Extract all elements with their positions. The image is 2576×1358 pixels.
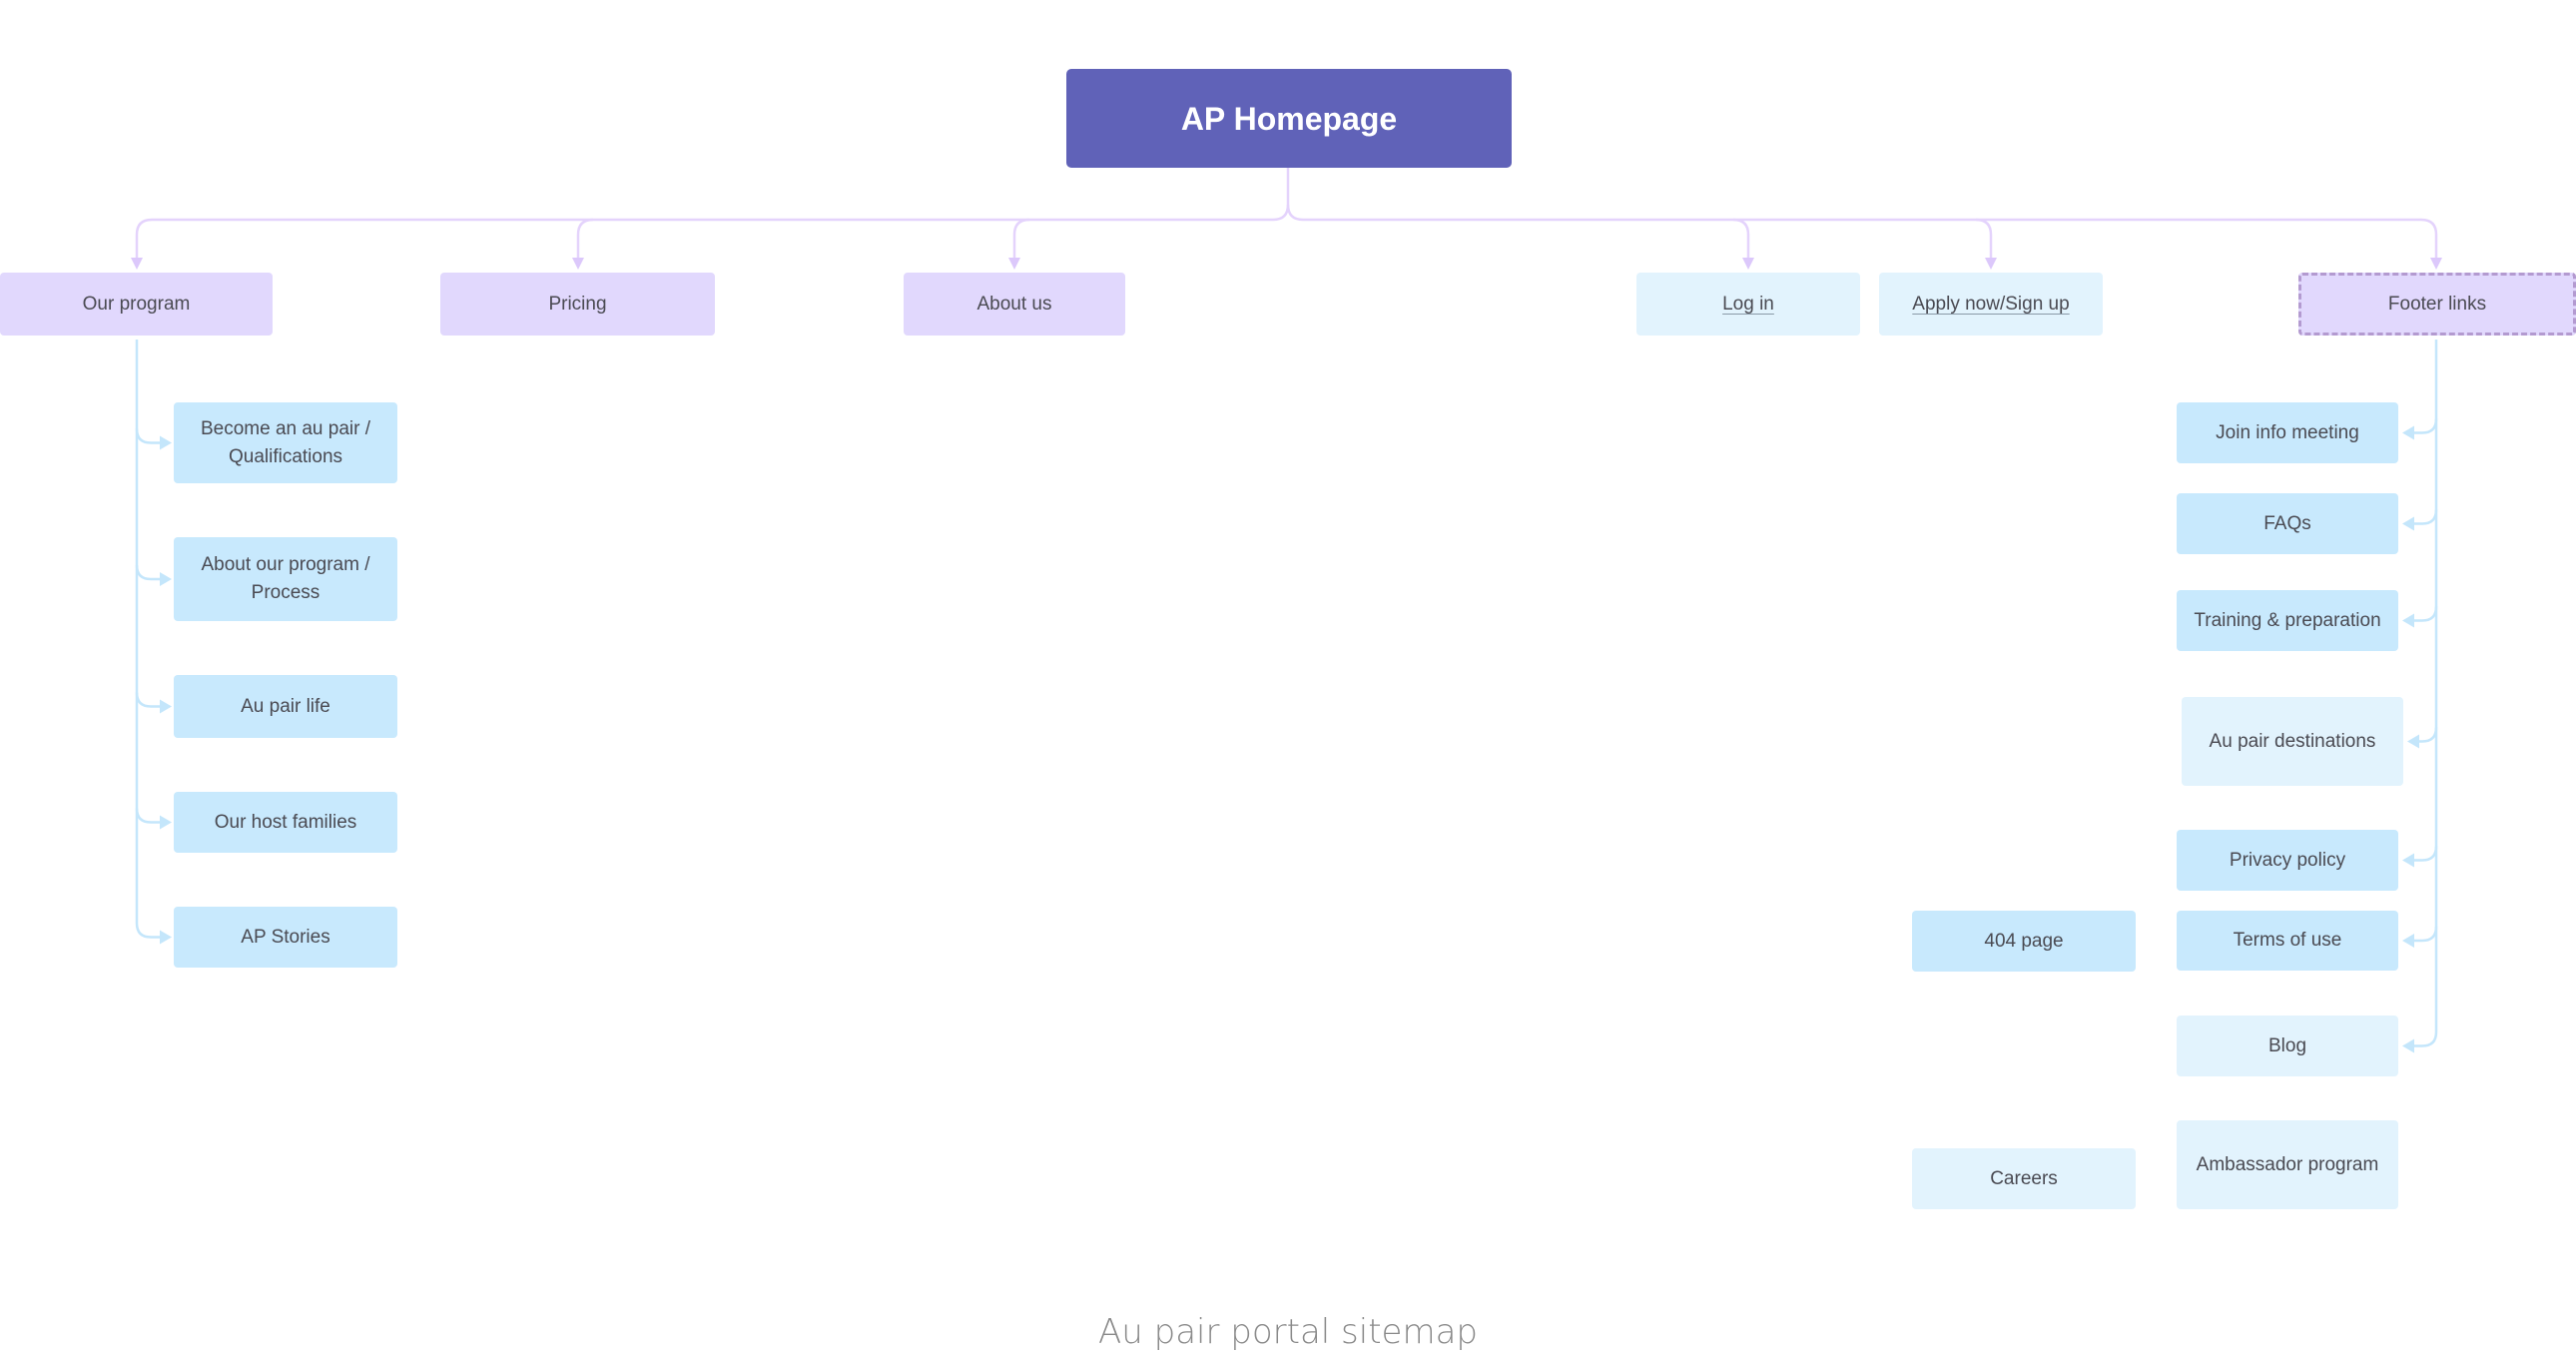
- node-label: 404 page: [1984, 930, 2064, 952]
- arrow-node-privacy-policy: [2402, 853, 2414, 868]
- node-label: Careers: [1990, 1167, 2058, 1189]
- node-ap-stories[interactable]: AP Stories: [174, 907, 397, 968]
- node-label: FAQs: [2263, 512, 2311, 534]
- arrow-our-program: [131, 258, 143, 270]
- node-blog[interactable]: Blog: [2177, 1016, 2398, 1076]
- node-apply-sign-up[interactable]: Apply now/Sign up: [1879, 273, 2103, 336]
- connector-node-terms-of-use: [2414, 926, 2438, 943]
- diagram-caption: Au pair portal sitemap: [1098, 1312, 1478, 1352]
- arrow-node-terms-of-use: [2402, 934, 2414, 948]
- arrow-node-join-info-meeting: [2402, 425, 2414, 440]
- arrow-apply: [1985, 258, 1997, 270]
- node-about-us[interactable]: About us: [904, 273, 1125, 336]
- node-privacy-policy[interactable]: Privacy policy: [2177, 830, 2398, 891]
- node-label: Our program: [82, 293, 191, 315]
- node-au-pair-life[interactable]: Au pair life: [174, 675, 397, 738]
- node-label: Au pair life: [241, 695, 330, 717]
- arrow-node-blog: [2402, 1038, 2414, 1053]
- arrow-footer-links: [2430, 258, 2442, 270]
- connector-node-au-pair-destinations: [2419, 727, 2438, 743]
- connector-node-faqs: [2414, 509, 2438, 525]
- connector-node-privacy-policy: [2414, 846, 2438, 862]
- node-label: About us: [976, 293, 1052, 315]
- node-au-pair-destinations[interactable]: Au pair destinations: [2182, 697, 2403, 786]
- arrow-log-in: [1742, 258, 1754, 270]
- root-node-ap-homepage[interactable]: AP Homepage: [1066, 69, 1512, 168]
- node-label-link[interactable]: Apply now/Sign up: [1912, 291, 2069, 319]
- connector-node-au-pair-life: [135, 692, 164, 708]
- node-label: AP Stories: [241, 926, 330, 948]
- node-our-program[interactable]: Our program: [0, 273, 273, 336]
- node-label-link[interactable]: Log in: [1722, 291, 1774, 319]
- connector-about-us: [1012, 218, 1030, 262]
- arrow-pricing: [572, 258, 584, 270]
- node-label: Training & preparation: [2194, 609, 2381, 631]
- node-our-host-families[interactable]: Our host families: [174, 792, 397, 853]
- node-label: Au pair destinations: [2209, 730, 2376, 752]
- connector-our-program-trunk: [135, 340, 164, 939]
- node-label: Privacy policy: [2229, 849, 2346, 871]
- arrow-node-au-pair-life: [160, 699, 172, 714]
- node-404-page[interactable]: 404 page: [1912, 911, 2136, 972]
- node-label: Our host families: [214, 811, 357, 833]
- node-ambassador-program[interactable]: Ambassador program: [2177, 1120, 2398, 1209]
- node-label: Blog: [2267, 1034, 2307, 1056]
- arrow-node-our-host-families: [160, 815, 172, 830]
- root-node-label: AP Homepage: [1180, 100, 1398, 137]
- node-join-info-meeting[interactable]: Join info meeting: [2177, 402, 2398, 463]
- connector-pricing: [576, 218, 594, 262]
- connector-root-right: [1286, 204, 2438, 262]
- node-terms-of-use[interactable]: Terms of use: [2177, 911, 2398, 971]
- connector-apply: [1975, 218, 1993, 262]
- node-label: Terms of use: [2233, 930, 2342, 951]
- node-pricing[interactable]: Pricing: [440, 273, 715, 336]
- node-label: Ambassador program: [2196, 1153, 2379, 1175]
- node-log-in[interactable]: Log in: [1636, 273, 1860, 336]
- node-about-our-program[interactable]: About our program / Process: [174, 537, 397, 621]
- node-label: Pricing: [548, 293, 607, 315]
- arrow-about-us: [1008, 258, 1020, 270]
- connector-node-about-our-program: [135, 564, 164, 581]
- connector-node-become-au-pair: [135, 428, 164, 444]
- arrow-node-faqs: [2402, 516, 2414, 531]
- connector-node-training-preparation: [2414, 606, 2438, 622]
- arrow-node-ap-stories: [160, 930, 172, 945]
- node-footer-links[interactable]: Footer links: [2298, 273, 2576, 336]
- connector-root-trunk: [135, 168, 1290, 262]
- arrow-node-training-preparation: [2402, 613, 2414, 628]
- node-label: Join info meeting: [2216, 421, 2359, 443]
- node-become-au-pair[interactable]: Become an au pair / Qualifications: [174, 402, 397, 483]
- arrow-node-about-our-program: [160, 572, 172, 586]
- node-training-preparation[interactable]: Training & preparation: [2177, 590, 2398, 651]
- node-label: About our program / Process: [201, 554, 370, 603]
- node-label: Become an au pair / Qualifications: [200, 417, 371, 467]
- connector-node-our-host-families: [135, 808, 164, 824]
- node-careers[interactable]: Careers: [1912, 1148, 2136, 1209]
- connector-log-in: [1732, 218, 1750, 262]
- arrow-node-become-au-pair: [160, 435, 172, 450]
- node-faqs[interactable]: FAQs: [2177, 493, 2398, 554]
- connector-node-join-info-meeting: [2414, 418, 2438, 434]
- arrow-node-au-pair-destinations: [2407, 734, 2419, 749]
- node-label: Footer links: [2387, 293, 2487, 315]
